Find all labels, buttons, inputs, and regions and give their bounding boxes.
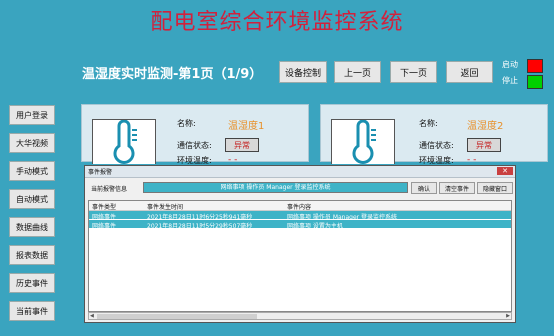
start-label: 启动 — [502, 60, 518, 69]
stop-label: 停止 — [502, 76, 518, 85]
confirm-button[interactable]: 确认 — [411, 182, 437, 194]
dialog-titlebar[interactable]: 事件报警 ✕ — [85, 166, 515, 178]
column-header-time[interactable]: 事件发生时间 — [147, 202, 183, 211]
scrollbar-thumb[interactable] — [97, 314, 257, 319]
row-time: 2021年8月28日11时5分29秒507毫秒 — [147, 223, 253, 230]
start-indicator[interactable] — [527, 59, 543, 73]
event-alarm-dialog: 事件报警 ✕ 当前报警信息 网络事项 操作员 Manager 登录监控系统 确认… — [84, 165, 516, 323]
dialog-title: 事件报警 — [88, 169, 113, 176]
column-header-content[interactable]: 事件内容 — [287, 202, 311, 211]
card-comm-label: 通信状态: — [419, 141, 454, 150]
table-row[interactable]: 网络事件 2021年8月28日11时5分29秒507毫秒 网络事项 设置为主机 — [89, 220, 511, 230]
current-alarm-label: 当前报警信息 — [91, 186, 128, 193]
thermometer-icon — [331, 119, 395, 164]
column-header-type[interactable]: 事件类型 — [92, 202, 116, 211]
hide-window-button[interactable]: 隐藏窗口 — [477, 182, 513, 194]
card-name-label: 名称: — [177, 119, 196, 128]
sidebar-user-login[interactable]: 用户登录 — [9, 105, 55, 125]
horizontal-scrollbar[interactable]: ◀ ▶ — [88, 312, 512, 320]
card-name-value: 温湿度1 — [228, 121, 265, 132]
card-name-value: 温湿度2 — [467, 121, 504, 132]
card-temp-value: - - — [467, 155, 477, 165]
table-row[interactable]: 网络事件 2021年8月28日11时6分25秒941毫秒 网络事项 操作员 Ma… — [89, 211, 511, 221]
sidebar-report-data[interactable]: 报表数据 — [9, 245, 55, 265]
card-comm-label: 通信状态: — [177, 141, 212, 150]
sensor-card-2: 名称: 温湿度2 通信状态: 异常 环境温度: - - — [320, 104, 548, 165]
sidebar-data-curve[interactable]: 数据曲线 — [9, 217, 55, 237]
card-temp-value: - - — [228, 155, 238, 165]
comm-status-badge: 异常 — [467, 138, 501, 152]
next-page-button[interactable]: 下一页 — [390, 61, 437, 83]
comm-status-badge: 异常 — [225, 138, 259, 152]
scroll-left-icon[interactable]: ◀ — [90, 313, 94, 319]
app-title: 配电室综合环境监控系统 — [150, 10, 404, 35]
event-table: 事件类型 事件发生时间 事件内容 网络事件 2021年8月28日11时6分25秒… — [88, 200, 512, 312]
sidebar-manual-mode[interactable]: 手动模式 — [9, 161, 55, 181]
sidebar-dahua-video[interactable]: 大华视频 — [9, 133, 55, 153]
device-control-button[interactable]: 设备控制 — [279, 61, 327, 83]
sensor-card-1: 名称: 温湿度1 通信状态: 异常 环境温度: - - — [81, 104, 309, 165]
clear-events-button[interactable]: 清空事件 — [439, 182, 475, 194]
prev-page-button[interactable]: 上一页 — [334, 61, 381, 83]
sidebar-auto-mode[interactable]: 自动模式 — [9, 189, 55, 209]
current-alarm-field: 网络事项 操作员 Manager 登录监控系统 — [143, 182, 408, 193]
back-button[interactable]: 返回 — [446, 61, 493, 83]
row-type: 网络事件 — [92, 223, 117, 230]
row-content: 网络事项 设置为主机 — [287, 223, 343, 230]
page-heading: 温湿度实时监测-第1页（1/9） — [82, 67, 263, 82]
table-header: 事件类型 事件发生时间 事件内容 — [89, 201, 511, 211]
card-name-label: 名称: — [419, 119, 438, 128]
stop-indicator[interactable] — [527, 75, 543, 89]
thermometer-icon — [92, 119, 156, 164]
scroll-right-icon[interactable]: ▶ — [506, 313, 510, 319]
close-icon[interactable]: ✕ — [497, 167, 513, 175]
sidebar-current-events[interactable]: 当前事件 — [9, 301, 55, 321]
sidebar-history-events[interactable]: 历史事件 — [9, 273, 55, 293]
